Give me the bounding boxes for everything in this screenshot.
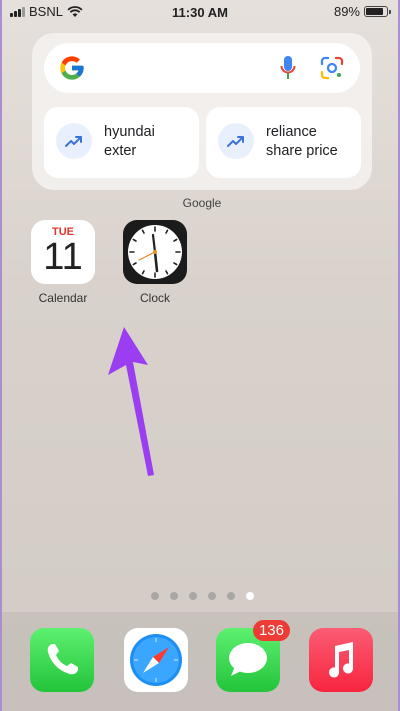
suggestion-text: reliance share price: [266, 123, 355, 161]
dock-app-safari[interactable]: [124, 628, 188, 692]
suggestion-line: share price: [266, 143, 338, 159]
app-label: Clock: [139, 291, 170, 305]
widget-label: Google: [182, 196, 222, 210]
page-dot[interactable]: [169, 592, 178, 600]
google-logo-icon: [60, 56, 84, 80]
page-dot[interactable]: [245, 592, 254, 600]
safari-icon: [130, 634, 182, 686]
app-label: Calendar: [38, 291, 88, 305]
page-dot[interactable]: [188, 592, 197, 600]
suggestion-chip-2[interactable]: reliance share price: [206, 107, 361, 178]
page-dot[interactable]: [150, 592, 159, 600]
battery-icon: [364, 6, 391, 17]
search-input[interactable]: [98, 55, 252, 83]
dock: 136: [2, 612, 398, 711]
google-widget[interactable]: hyundai exter reliance share price: [32, 33, 372, 190]
google-search-bar[interactable]: [44, 43, 360, 93]
suggestion-line: hyundai: [104, 124, 155, 140]
page-dot[interactable]: [207, 592, 216, 600]
app-clock[interactable]: Clock: [122, 220, 188, 305]
status-bar: BSNL 11:30 AM 89%: [2, 0, 398, 24]
suggestion-line: reliance: [266, 124, 317, 140]
trending-icon: [56, 123, 92, 159]
dock-app-music[interactable]: [309, 628, 373, 692]
notification-badge: 136: [252, 620, 290, 641]
app-calendar[interactable]: TUE 11 Calendar: [30, 220, 96, 305]
suggestion-text: hyundai exter: [104, 123, 193, 161]
mic-icon[interactable]: [280, 55, 296, 81]
calendar-icon[interactable]: TUE 11: [31, 220, 95, 284]
status-right: 89%: [333, 4, 391, 19]
page-indicator[interactable]: [2, 592, 400, 600]
dock-app-phone[interactable]: [30, 628, 94, 692]
clock-icon[interactable]: [123, 220, 187, 284]
clock-face-icon: [128, 225, 182, 279]
suggestion-line: exter: [104, 143, 137, 159]
calendar-date: 11: [43, 236, 83, 278]
lens-icon[interactable]: [320, 56, 344, 80]
phone-icon: [47, 644, 78, 675]
battery-percent: 89%: [333, 4, 360, 19]
page-dot[interactable]: [226, 592, 235, 600]
dock-app-messages[interactable]: 136: [216, 620, 290, 692]
trending-icon: [218, 123, 254, 159]
music-note-icon: [329, 642, 354, 678]
arrow-icon: [108, 327, 154, 476]
suggestion-chip-1[interactable]: hyundai exter: [44, 107, 199, 178]
